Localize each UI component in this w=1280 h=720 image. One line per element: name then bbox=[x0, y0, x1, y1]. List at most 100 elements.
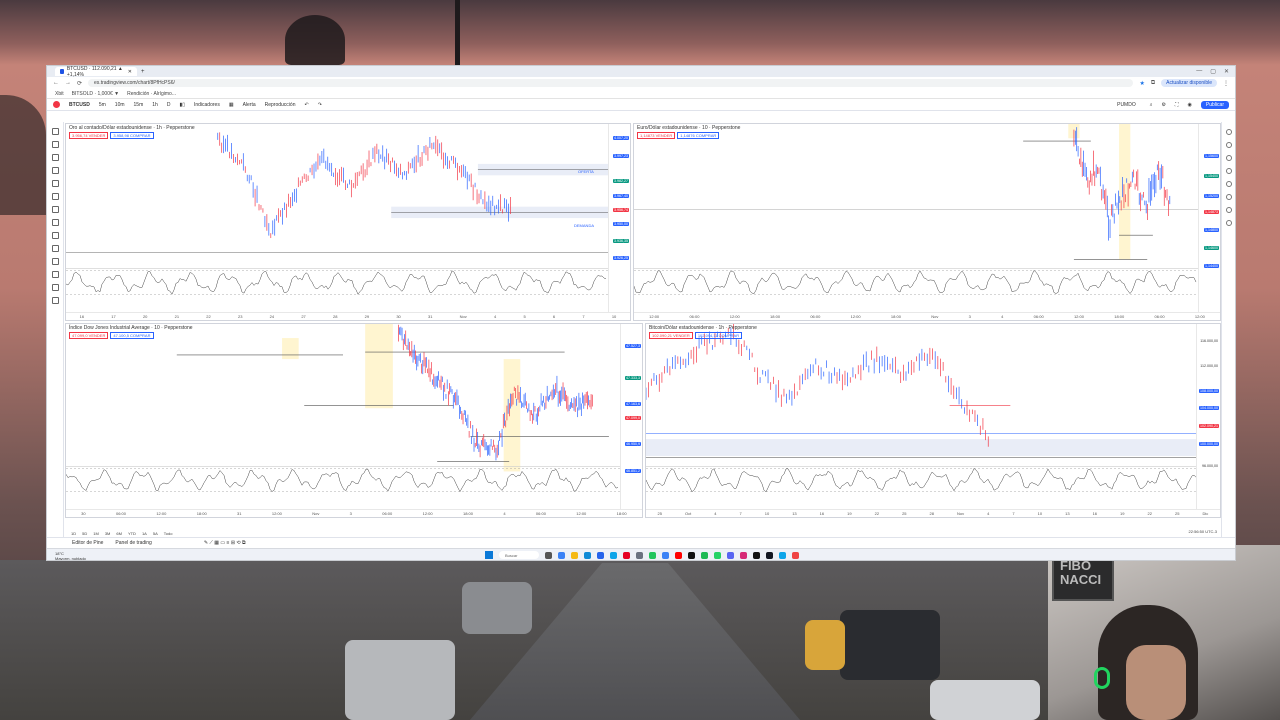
eye-icon[interactable] bbox=[51, 284, 59, 291]
windows-start-icon[interactable] bbox=[485, 551, 493, 559]
chart-type-icon[interactable]: ▮▯ bbox=[179, 102, 185, 108]
brush-icon[interactable] bbox=[51, 167, 59, 174]
weather-widget[interactable]: 18°C Mayorm. nublado bbox=[55, 551, 86, 560]
buy-button[interactable]: 102.094,11 COMPRAR bbox=[694, 332, 743, 339]
notifications-icon[interactable] bbox=[1225, 207, 1232, 213]
menu-icon[interactable]: ⋮ bbox=[1223, 80, 1229, 87]
close-window-button[interactable]: ✕ bbox=[1224, 68, 1229, 75]
bookmark-item[interactable]: Xbit bbox=[55, 91, 64, 97]
bitcoin-chart-canvas[interactable] bbox=[646, 324, 1221, 518]
snapshot-icon[interactable]: ◉ bbox=[1188, 102, 1192, 108]
range-button[interactable]: 1A bbox=[142, 531, 147, 536]
pinterest-icon[interactable] bbox=[623, 551, 630, 559]
price-axis[interactable]: 47.527,3 47.333,3 47.163,6 47.099,0 46.9… bbox=[620, 324, 642, 517]
undo-icon[interactable]: ↶ bbox=[304, 102, 308, 108]
widgets-icon[interactable] bbox=[558, 551, 565, 559]
back-icon[interactable]: ← bbox=[53, 80, 59, 86]
taskbar-search[interactable]: Buscar bbox=[499, 551, 539, 559]
range-button[interactable]: Todo bbox=[164, 531, 173, 536]
publish-button[interactable]: Publicar bbox=[1200, 100, 1229, 109]
browser-tab[interactable]: BTCUSD · 112.090,21 ▲ +1,14% ✕ bbox=[55, 66, 137, 78]
photos-icon[interactable] bbox=[610, 551, 617, 559]
redo-icon[interactable]: ↷ bbox=[318, 102, 322, 108]
chart-pane-eurusd[interactable]: Euro/Dólar estadounidense · 10 · Peppers… bbox=[633, 123, 1221, 321]
fullscreen-icon[interactable]: ⛶ bbox=[1175, 102, 1179, 108]
gold-chart-canvas[interactable] bbox=[66, 124, 631, 321]
range-button[interactable]: 5A bbox=[153, 531, 158, 536]
maximize-button[interactable]: ▢ bbox=[1210, 68, 1216, 75]
range-button[interactable]: YTD bbox=[128, 531, 136, 536]
timezone-label[interactable]: 22:56:50 UTC-3 bbox=[1189, 529, 1217, 534]
sell-button[interactable]: 1,14873 VENDER bbox=[637, 132, 676, 139]
search-icon[interactable]: ⌕ bbox=[1150, 102, 1153, 108]
pattern-icon[interactable] bbox=[51, 193, 59, 200]
sell-button[interactable]: 47.099,0 VENDER bbox=[69, 332, 109, 339]
interval-1h[interactable]: 1h bbox=[152, 102, 158, 108]
watchlist-icon[interactable] bbox=[1225, 129, 1232, 135]
icon-tool-icon[interactable] bbox=[51, 219, 59, 226]
tradingview-app-icon[interactable] bbox=[766, 551, 773, 559]
price-axis[interactable]: 1,15600 1,15400 1,15200 1,14873 1,14800 … bbox=[1198, 124, 1220, 320]
range-button[interactable]: 5D bbox=[82, 531, 87, 536]
bookmark-item[interactable]: BITSOLD · 1,000€ ▼ bbox=[72, 91, 119, 97]
sell-button[interactable]: 3.956,74 VENDER bbox=[69, 132, 109, 139]
fib-retracement-icon[interactable] bbox=[51, 154, 59, 161]
file-explorer-icon[interactable] bbox=[571, 551, 578, 559]
interval-d[interactable]: D bbox=[167, 102, 171, 108]
url-field[interactable]: es.tradingview.com/chart/8PfHcPS6/ bbox=[88, 79, 1134, 87]
new-tab-button[interactable]: + bbox=[141, 69, 145, 75]
alert-button[interactable]: Alerta bbox=[243, 102, 256, 108]
eurusd-chart-canvas[interactable] bbox=[634, 124, 1221, 321]
edge-icon[interactable] bbox=[584, 551, 591, 559]
capcut-icon[interactable] bbox=[688, 551, 695, 559]
chat-icon[interactable] bbox=[1225, 181, 1232, 187]
price-axis[interactable]: 4.007,20 3.997,23 3.982,27 3.967,40 3.95… bbox=[608, 124, 630, 320]
extensions-icon[interactable]: ⧉ bbox=[1151, 80, 1155, 87]
prediction-icon[interactable] bbox=[51, 206, 59, 213]
time-axis[interactable]: 16 17 20 21 22 23 24 27 28 29 30 31 Nov 4 5 6 7 10 bbox=[66, 312, 630, 320]
help-icon[interactable] bbox=[1225, 220, 1232, 226]
recorder-icon[interactable] bbox=[792, 551, 799, 559]
calendar-icon[interactable] bbox=[1225, 168, 1232, 174]
interval-15m[interactable]: 15m bbox=[134, 102, 144, 108]
range-button[interactable]: 1D bbox=[71, 531, 76, 536]
replay-button[interactable]: Reproducción bbox=[265, 102, 296, 108]
store-icon[interactable] bbox=[597, 551, 604, 559]
youtube-icon[interactable] bbox=[675, 551, 682, 559]
buy-button[interactable]: 47.100,5 COMPRAR bbox=[110, 332, 154, 339]
templates-icon[interactable]: ▦ bbox=[229, 102, 234, 108]
symbol-search[interactable]: BTCUSD bbox=[69, 102, 90, 108]
time-axis[interactable]: 12:00 06:00 12:00 18:00 06:00 12:00 18:00 Nov 3 4… bbox=[634, 312, 1220, 320]
chart-pane-bitcoin[interactable]: Bitcoin/Dólar estadounidense · 1h · Pepp… bbox=[645, 323, 1221, 518]
bookmark-item[interactable]: Rendición · Alrígimo... bbox=[127, 91, 176, 97]
ruler-icon[interactable] bbox=[51, 232, 59, 239]
interval-10m[interactable]: 10m bbox=[115, 102, 125, 108]
sell-button[interactable]: 102.090,21 VENDER bbox=[649, 332, 693, 339]
spotify-icon[interactable] bbox=[701, 551, 708, 559]
range-button[interactable]: 6M bbox=[116, 531, 122, 536]
buy-button[interactable]: 3.958,98 COMPRAR bbox=[110, 132, 154, 139]
range-button[interactable]: 3M bbox=[105, 531, 111, 536]
lock-icon[interactable] bbox=[51, 271, 59, 278]
text-tool-icon[interactable] bbox=[51, 180, 59, 187]
reload-icon[interactable]: ⟳ bbox=[77, 80, 82, 87]
news-icon[interactable] bbox=[1225, 155, 1232, 161]
instagram-icon[interactable] bbox=[740, 551, 747, 559]
star-icon[interactable]: ★ bbox=[1139, 80, 1144, 87]
trend-line-icon[interactable] bbox=[51, 141, 59, 148]
price-axis[interactable]: 116.000,00 112.000,00 108.000,00 104.000… bbox=[1196, 324, 1220, 517]
interval-5m[interactable]: 5m bbox=[99, 102, 106, 108]
settings-icon[interactable]: ⚙ bbox=[1162, 102, 1166, 108]
tradingview-logo-icon[interactable] bbox=[53, 101, 60, 108]
forward-icon[interactable]: → bbox=[65, 80, 71, 86]
app-icon[interactable] bbox=[779, 551, 786, 559]
alerts-icon[interactable] bbox=[1225, 142, 1232, 148]
crosshair-icon[interactable] bbox=[51, 128, 59, 135]
drawing-shortcuts[interactable]: ✎ ⟋ ▦ ▭ ≡ ⊞ ⟲ ⧉ bbox=[204, 540, 246, 546]
magnet-icon[interactable] bbox=[51, 258, 59, 265]
update-button[interactable]: Actualizar disponible bbox=[1161, 79, 1217, 87]
tiktok-icon[interactable] bbox=[753, 551, 760, 559]
buy-button[interactable]: 1,14876 COMPRAR bbox=[677, 132, 720, 139]
indicators-button[interactable]: Indicadores bbox=[194, 102, 220, 108]
time-axis[interactable]: 25 Oct 4 7 10 13 16 19 22 25 28 Nov 4 7 10 13 16 19 22 25 Di… bbox=[646, 509, 1220, 517]
